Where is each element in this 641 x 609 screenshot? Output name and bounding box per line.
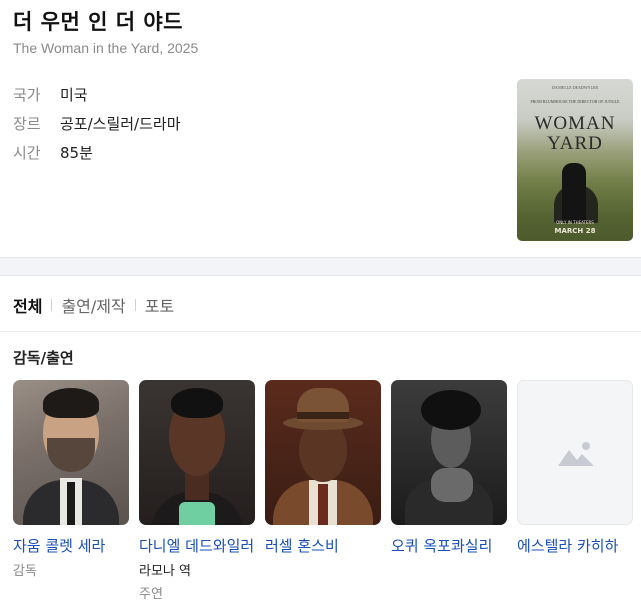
movie-subtitle: The Woman in the Yard, 2025 (13, 40, 199, 56)
photo-top (179, 502, 215, 525)
tab-cast-crew[interactable]: 출연/제작 (61, 293, 125, 317)
tab-bar: 전체 출연/제작 포토 (13, 293, 174, 317)
info-row-country: 국가 미국 (13, 80, 181, 109)
poster-title-top: WOMAN (534, 113, 616, 134)
section-divider (0, 257, 641, 276)
cast-name[interactable]: 러셀 혼스비 (265, 535, 381, 556)
info-value: 공포/스릴러/드라마 (60, 115, 181, 133)
tab-all[interactable]: 전체 (13, 293, 42, 317)
movie-header: 더 우먼 인 더 야드 The Woman in the Yard, 2025 … (0, 0, 641, 257)
cast-name[interactable]: 다니엘 데드와일러 (139, 535, 255, 556)
movie-title: 더 우먼 인 더 야드 (13, 10, 183, 34)
tab-photo[interactable]: 포토 (145, 293, 174, 317)
cast-list: 자움 콜렛 세라 감독 다니엘 데드와일러 라모나 역 주연 러셀 혼스비 오퀴… (13, 380, 641, 602)
cast-name[interactable]: 자움 콜렛 세라 (13, 535, 129, 556)
cast-name[interactable]: 오퀴 옥포콰실리 (391, 535, 507, 556)
cast-role: 라모나 역 (139, 564, 191, 579)
actor-photo[interactable] (265, 380, 381, 525)
image-placeholder-icon (558, 442, 594, 466)
movie-poster[interactable]: DANIELLE DEADWYLER FROM BLUMHOUSE THE DI… (517, 79, 633, 241)
photo-hair (43, 388, 99, 418)
movie-info: 국가 미국 장르 공포/스릴러/드라마 시간 85분 (13, 80, 181, 167)
photo-hair (171, 388, 223, 418)
cast-kind: 감독 (13, 564, 37, 579)
cast-card[interactable]: 다니엘 데드와일러 라모나 역 주연 (139, 380, 255, 602)
photo-tie (67, 482, 75, 525)
info-row-runtime: 시간 85분 (13, 138, 181, 167)
cast-name[interactable]: 에스텔라 카히하 (517, 535, 633, 556)
cast-kind: 주연 (139, 587, 163, 602)
tabs-divider (0, 331, 641, 332)
photo-hair (421, 390, 481, 430)
tab-separator (134, 299, 136, 311)
poster-credit: DANIELLE DEADWYLER (551, 85, 599, 90)
poster-date-big: MARCH 28 (554, 227, 596, 235)
photo-hat-band (297, 412, 349, 419)
actor-photo[interactable] (139, 380, 255, 525)
actor-photo[interactable] (391, 380, 507, 525)
section-title: 감독/출연 (13, 349, 74, 367)
photo-hands (431, 468, 473, 502)
photo-tie (318, 484, 328, 525)
image-placeholder[interactable] (517, 380, 633, 525)
photo-beard (47, 438, 95, 472)
tab-separator (51, 299, 53, 311)
cast-card[interactable]: 자움 콜렛 세라 감독 (13, 380, 129, 602)
info-row-genre: 장르 공포/스릴러/드라마 (13, 109, 181, 138)
poster-date-small: ONLY IN THEATERS (556, 220, 594, 225)
poster-title-bottom: YARD (547, 133, 603, 154)
info-label: 시간 (13, 144, 41, 162)
cast-card[interactable]: 러셀 혼스비 (265, 380, 381, 602)
cast-card[interactable]: 에스텔라 카히하 (517, 380, 633, 602)
poster-figure (562, 163, 586, 223)
info-value: 85분 (60, 144, 93, 162)
poster-tagline: FROM BLUMHOUSE THE DIRECTOR OF JUNGLE (530, 99, 620, 104)
info-value: 미국 (60, 86, 88, 104)
director-photo[interactable] (13, 380, 129, 525)
info-label: 장르 (13, 115, 41, 133)
info-label: 국가 (13, 86, 41, 104)
cast-card[interactable]: 오퀴 옥포콰실리 (391, 380, 507, 602)
